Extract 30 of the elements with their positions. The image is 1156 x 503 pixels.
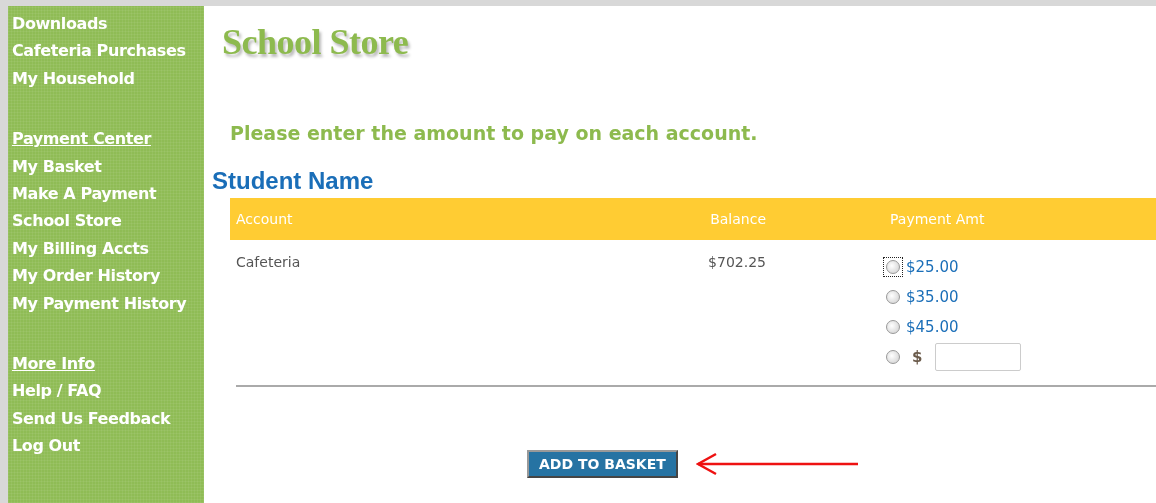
sidebar-link[interactable]: My Payment History (12, 289, 204, 318)
radio-button[interactable] (883, 257, 903, 277)
dollar-sign: $ (912, 348, 923, 366)
add-to-basket-button[interactable]: ADD TO BASKET (527, 450, 678, 478)
sidebar-heading-link[interactable]: More Info (12, 350, 204, 378)
sidebar-heading-link[interactable]: Payment Center (12, 125, 204, 153)
table-cell-text: Cafeteria (235, 253, 302, 272)
amount-label[interactable]: $35.00 (906, 288, 959, 306)
student-name: Student Name (212, 166, 375, 196)
column-header: Account (235, 211, 294, 227)
sidebar-link[interactable]: Send Us Feedback (12, 404, 204, 433)
sidebar-link[interactable]: Cafeteria Purchases (12, 37, 204, 65)
column-header: Payment Amt (889, 211, 985, 227)
sidebar-link[interactable]: Log Out (12, 432, 204, 460)
sidebar-link[interactable]: My Household (12, 64, 204, 93)
sidebar-link[interactable]: My Basket (12, 152, 204, 181)
sidebar-link[interactable]: Make A Payment (12, 180, 204, 208)
table-cell-text: $702.25 (707, 253, 766, 272)
page-title: School Store (222, 21, 409, 64)
amount-input-field[interactable] (935, 343, 1022, 371)
instruction-text: Please enter the amount to pay on each account. (230, 121, 759, 146)
sidebar-link[interactable]: My Order History (12, 262, 204, 290)
sidebar-link[interactable]: My Billing Accts (12, 234, 204, 263)
sidebar-link[interactable]: School Store (12, 207, 204, 235)
amount-label[interactable]: $45.00 (906, 318, 959, 336)
column-header: Balance (709, 211, 766, 227)
arrow-icon (695, 452, 860, 476)
sidebar-link[interactable]: Help / FAQ (12, 377, 204, 405)
sidebar-link[interactable]: Downloads (12, 10, 204, 38)
amount-label[interactable]: $25.00 (906, 258, 959, 276)
